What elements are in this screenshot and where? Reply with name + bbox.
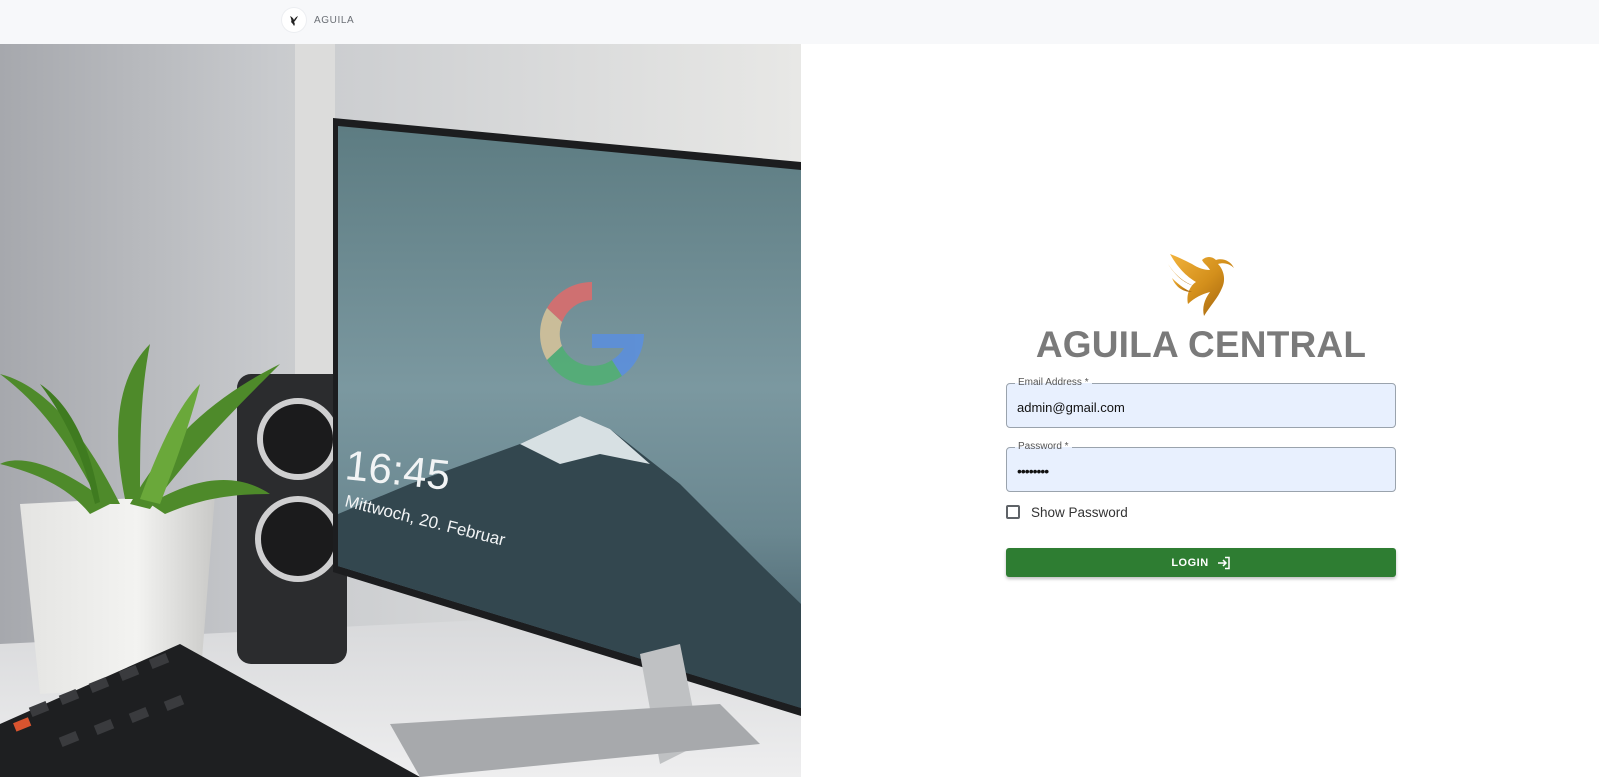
show-password-checkbox[interactable] <box>1006 505 1020 519</box>
login-button[interactable]: LOGIN <box>1006 548 1396 577</box>
eagle-icon <box>282 8 306 32</box>
show-password-row[interactable]: Show Password <box>1006 503 1128 521</box>
email-label: Email Address * <box>1015 376 1092 390</box>
password-label: Password * <box>1015 440 1072 454</box>
show-password-label[interactable]: Show Password <box>1031 505 1128 520</box>
email-field[interactable]: Email Address * <box>1006 376 1396 428</box>
login-button-label: LOGIN <box>1171 556 1209 569</box>
app-title: AGUILA CENTRAL <box>1035 324 1367 365</box>
password-field[interactable]: Password * <box>1006 440 1396 492</box>
hero-image: 16:45 Mittwoch, 20. Februar <box>0 44 801 777</box>
login-arrow-icon <box>1217 556 1230 569</box>
top-navbar: AGUILA <box>0 0 1599 44</box>
brand-link[interactable]: AGUILA <box>282 8 354 32</box>
email-input[interactable] <box>1017 397 1377 417</box>
password-input[interactable] <box>1017 461 1377 481</box>
brand-name: AGUILA <box>314 14 355 26</box>
eagle-logo <box>1168 254 1234 316</box>
